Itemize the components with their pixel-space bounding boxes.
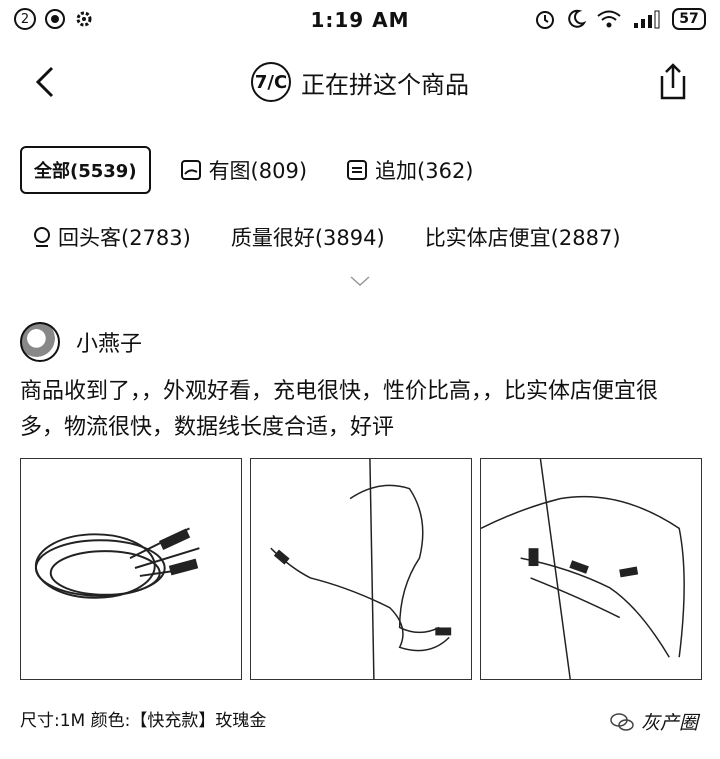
- review-photos: [20, 458, 702, 680]
- tab-followup[interactable]: 追加(362): [347, 155, 474, 185]
- wifi-icon: [597, 10, 621, 28]
- group-avatar: 7/C: [251, 62, 291, 102]
- tab-with-images[interactable]: 有图(809): [180, 155, 308, 185]
- page-title: 正在拼这个商品: [301, 70, 469, 99]
- review-photo-3[interactable]: [480, 458, 702, 680]
- review-text: 商品收到了，，外观好看，充电很快，性价比高，，比实体店便宜很多，物流很快，数据线…: [20, 379, 659, 440]
- tab-all[interactable]: 全部(5539): [20, 146, 151, 194]
- tag-cheaper-than-store[interactable]: 比实体店便宜(2887): [425, 222, 621, 252]
- avatar[interactable]: [20, 322, 60, 362]
- watermark-text: 灰产圈: [640, 712, 698, 734]
- tag-repeat-customer-label: 回头客(2783): [58, 226, 191, 250]
- status-bar: 2 1:19 AM 57: [0, 0, 720, 40]
- watermark: 灰产圈: [609, 708, 698, 735]
- review-photo-1[interactable]: [20, 458, 242, 680]
- alarm-icon: [536, 11, 554, 29]
- signal-icon: [634, 10, 660, 29]
- share-icon[interactable]: [656, 62, 690, 102]
- image-icon: [180, 160, 201, 180]
- tag-good-quality[interactable]: 质量很好(3894): [231, 222, 385, 252]
- review-card: 小燕子 商品收到了，，外观好看，充电很快，性价比高，，比实体店便宜很多，物流很快…: [20, 322, 700, 446]
- moon-icon: [568, 9, 586, 28]
- filter-tabs: 全部(5539) 有图(809) 追加(362): [20, 146, 514, 194]
- tag-repeat-customer[interactable]: 回头客(2783): [32, 222, 191, 252]
- battery-indicator: 57: [672, 8, 706, 30]
- tab-with-images-label: 有图(809): [208, 159, 308, 183]
- note-icon: [347, 160, 368, 180]
- wechat-icon: [610, 712, 634, 731]
- reviewer-name: 小燕子: [76, 332, 143, 357]
- expand-chevron-icon[interactable]: [348, 274, 372, 288]
- reviewer-row: 小燕子: [20, 322, 700, 362]
- review-photo-2[interactable]: [250, 458, 472, 680]
- tab-followup-label: 追加(362): [375, 159, 474, 183]
- top-nav: 7/C 正在拼这个商品: [0, 52, 720, 112]
- sku-info: 尺寸:1M 颜色:【快充款】玫瑰金: [20, 711, 267, 731]
- filter-tags: 回头客(2783) 质量很好(3894) 比实体店便宜(2887): [32, 222, 661, 252]
- status-right: 57: [534, 8, 706, 30]
- person-icon: [34, 227, 50, 247]
- header-center: 7/C 正在拼这个商品: [0, 62, 720, 102]
